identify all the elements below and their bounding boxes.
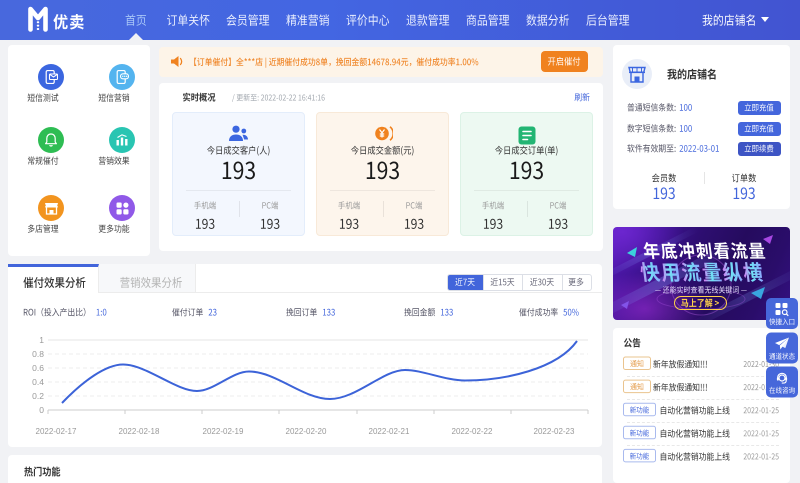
- svg-text:2022-02-20: 2022-02-20: [286, 427, 327, 436]
- svg-text:2022-02-18: 2022-02-18: [119, 427, 160, 436]
- svg-text:0: 0: [39, 405, 44, 415]
- svg-text:0.2: 0.2: [32, 391, 44, 401]
- svg-text:2022-02-22: 2022-02-22: [452, 427, 493, 436]
- svg-text:2022-02-21: 2022-02-21: [369, 427, 410, 436]
- svg-text:0.6: 0.6: [32, 363, 44, 373]
- svg-text:2022-02-17: 2022-02-17: [36, 427, 77, 436]
- svg-text:2022-02-19: 2022-02-19: [203, 427, 244, 436]
- svg-text:2022-02-23: 2022-02-23: [534, 427, 575, 436]
- svg-text:0.8: 0.8: [32, 349, 44, 359]
- svg-text:1: 1: [39, 335, 44, 345]
- svg-text:0.4: 0.4: [32, 377, 44, 387]
